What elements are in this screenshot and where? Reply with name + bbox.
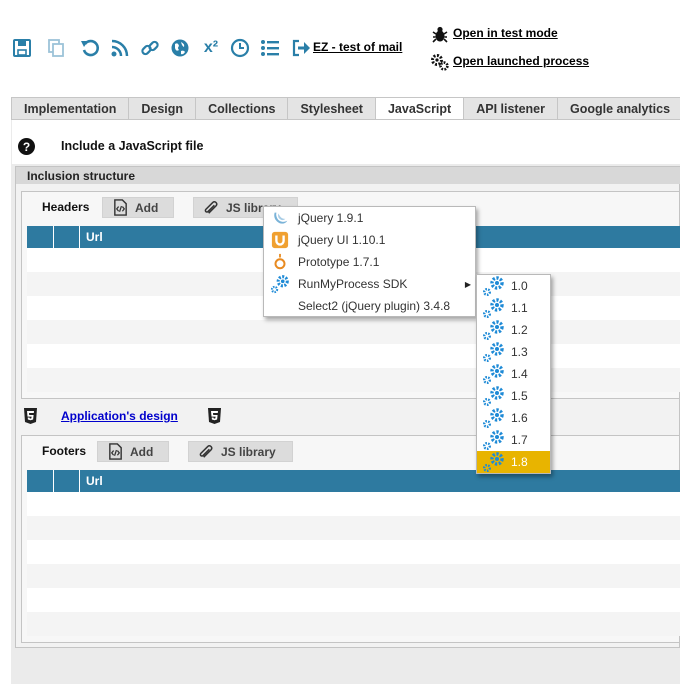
gears-icon xyxy=(483,298,504,318)
footers-js-library-label: JS library xyxy=(221,444,276,459)
sdk-version-item[interactable]: 1.7 xyxy=(477,429,550,451)
menu-item-label: Prototype 1.7.1 xyxy=(298,255,380,269)
menu-item-jquery[interactable]: jQuery 1.9.1 xyxy=(264,207,475,229)
gears-icon xyxy=(483,342,504,362)
inclusion-structure-header: Inclusion structure xyxy=(16,167,680,184)
gears-icon xyxy=(483,276,504,296)
gears-icon xyxy=(270,274,290,294)
gears-icon xyxy=(483,320,504,340)
table-row[interactable] xyxy=(27,344,680,368)
sdk-version-label: 1.1 xyxy=(511,301,528,315)
gears-icon xyxy=(483,408,504,428)
bug-icon[interactable] xyxy=(431,25,449,43)
menu-item-prototype[interactable]: Prototype 1.7.1 xyxy=(264,251,475,273)
table-row[interactable] xyxy=(27,516,680,540)
menu-item-label: jQuery UI 1.10.1 xyxy=(298,233,386,247)
menu-item-jquery-ui[interactable]: jQuery UI 1.10.1 xyxy=(264,229,475,251)
sdk-version-label: 1.4 xyxy=(511,367,528,381)
footers-add-label: Add xyxy=(130,444,154,459)
paperclip-icon xyxy=(202,199,220,217)
mail-test-link[interactable]: EZ - test of mail xyxy=(313,40,402,54)
table-row[interactable] xyxy=(27,540,680,564)
clock-icon[interactable] xyxy=(230,38,250,58)
gears-icon xyxy=(483,452,504,472)
test-mode-link[interactable]: Open in test mode xyxy=(453,26,558,40)
sdk-version-label: 1.8 xyxy=(511,455,528,469)
launched-process-link[interactable]: Open launched process xyxy=(453,54,589,68)
sdk-version-label: 1.5 xyxy=(511,389,528,403)
sdk-version-item[interactable]: 1.1 xyxy=(477,297,550,319)
export-icon[interactable] xyxy=(291,38,311,58)
html5-icon xyxy=(208,408,221,424)
footers-label: Footers xyxy=(42,444,87,458)
sdk-version-label: 1.3 xyxy=(511,345,528,359)
save-icon[interactable] xyxy=(12,38,32,58)
headers-add-button[interactable]: Add xyxy=(102,197,174,218)
jquery-icon xyxy=(270,208,290,228)
footers-grid-header: Url xyxy=(27,470,680,492)
sdk-version-item[interactable]: 1.0 xyxy=(477,275,550,297)
headers-add-label: Add xyxy=(135,200,159,215)
undo-icon[interactable] xyxy=(80,38,100,58)
tab-design[interactable]: Design xyxy=(128,97,196,120)
table-row[interactable] xyxy=(27,320,680,344)
headers-url-column[interactable]: Url xyxy=(80,226,103,248)
sdk-version-item-selected[interactable]: 1.8 xyxy=(477,451,550,473)
table-row[interactable] xyxy=(27,564,680,588)
tab-google-analytics[interactable]: Google analytics xyxy=(556,97,680,120)
sdk-version-label: 1.0 xyxy=(511,279,528,293)
tab-api-listener[interactable]: API listener xyxy=(463,97,557,120)
rss-icon[interactable] xyxy=(110,38,130,58)
menu-item-label: Select2 (jQuery plugin) 3.4.8 xyxy=(298,299,451,313)
sdk-version-submenu: 1.0 1.1 1.2 1.3 1.4 1.5 1.6 1.7 1.8 xyxy=(476,274,551,474)
sdk-version-label: 1.6 xyxy=(511,411,528,425)
table-row[interactable] xyxy=(27,492,680,516)
prototype-icon xyxy=(270,252,290,272)
superscript-label: x² xyxy=(203,39,219,56)
sdk-version-label: 1.2 xyxy=(511,323,528,337)
copy-icon[interactable] xyxy=(46,38,66,58)
tab-collections[interactable]: Collections xyxy=(195,97,288,120)
sdk-version-item[interactable]: 1.6 xyxy=(477,407,550,429)
gears-icon xyxy=(483,364,504,384)
tab-bar: Implementation Design Collections Styles… xyxy=(11,97,680,120)
superscript-icon[interactable]: x² xyxy=(200,38,222,58)
application-design-link[interactable]: Application's design xyxy=(61,409,178,423)
sdk-version-item[interactable]: 1.2 xyxy=(477,319,550,341)
code-file-icon xyxy=(111,199,129,217)
list-icon[interactable] xyxy=(260,38,280,58)
table-row[interactable] xyxy=(27,588,680,612)
submenu-arrow-icon: ▶ xyxy=(464,279,471,289)
menu-item-label: RunMyProcess SDK xyxy=(298,277,408,291)
sdk-version-item[interactable]: 1.5 xyxy=(477,385,550,407)
tab-javascript[interactable]: JavaScript xyxy=(374,97,464,120)
footers-add-button[interactable]: Add xyxy=(97,441,169,462)
table-row[interactable] xyxy=(27,368,680,392)
html5-icon xyxy=(24,408,37,424)
gears-icon[interactable] xyxy=(431,53,449,71)
jquery-ui-icon xyxy=(270,230,290,250)
sdk-version-label: 1.7 xyxy=(511,433,528,447)
footers-js-library-button[interactable]: JS library xyxy=(188,441,293,462)
sdk-version-item[interactable]: 1.3 xyxy=(477,341,550,363)
headers-label: Headers xyxy=(42,200,90,214)
js-library-menu: jQuery 1.9.1 jQuery UI 1.10.1 Prototype … xyxy=(263,206,476,317)
menu-item-select2[interactable]: Select2 (jQuery plugin) 3.4.8 xyxy=(264,295,475,317)
menu-item-label: jQuery 1.9.1 xyxy=(298,211,364,225)
gears-icon xyxy=(483,430,504,450)
globe-icon[interactable] xyxy=(170,38,190,58)
tab-implementation[interactable]: Implementation xyxy=(11,97,129,120)
help-icon[interactable]: ? xyxy=(18,138,35,155)
link-icon[interactable] xyxy=(140,38,160,58)
menu-item-runmyprocess-sdk[interactable]: RunMyProcess SDK ▶ xyxy=(264,273,475,295)
gears-icon xyxy=(483,386,504,406)
footers-url-column[interactable]: Url xyxy=(80,470,103,492)
code-file-icon xyxy=(106,443,124,461)
paperclip-icon xyxy=(197,443,215,461)
sdk-version-item[interactable]: 1.4 xyxy=(477,363,550,385)
tab-stylesheet[interactable]: Stylesheet xyxy=(287,97,375,120)
page-title: Include a JavaScript file xyxy=(61,139,204,153)
table-row[interactable] xyxy=(27,612,680,636)
